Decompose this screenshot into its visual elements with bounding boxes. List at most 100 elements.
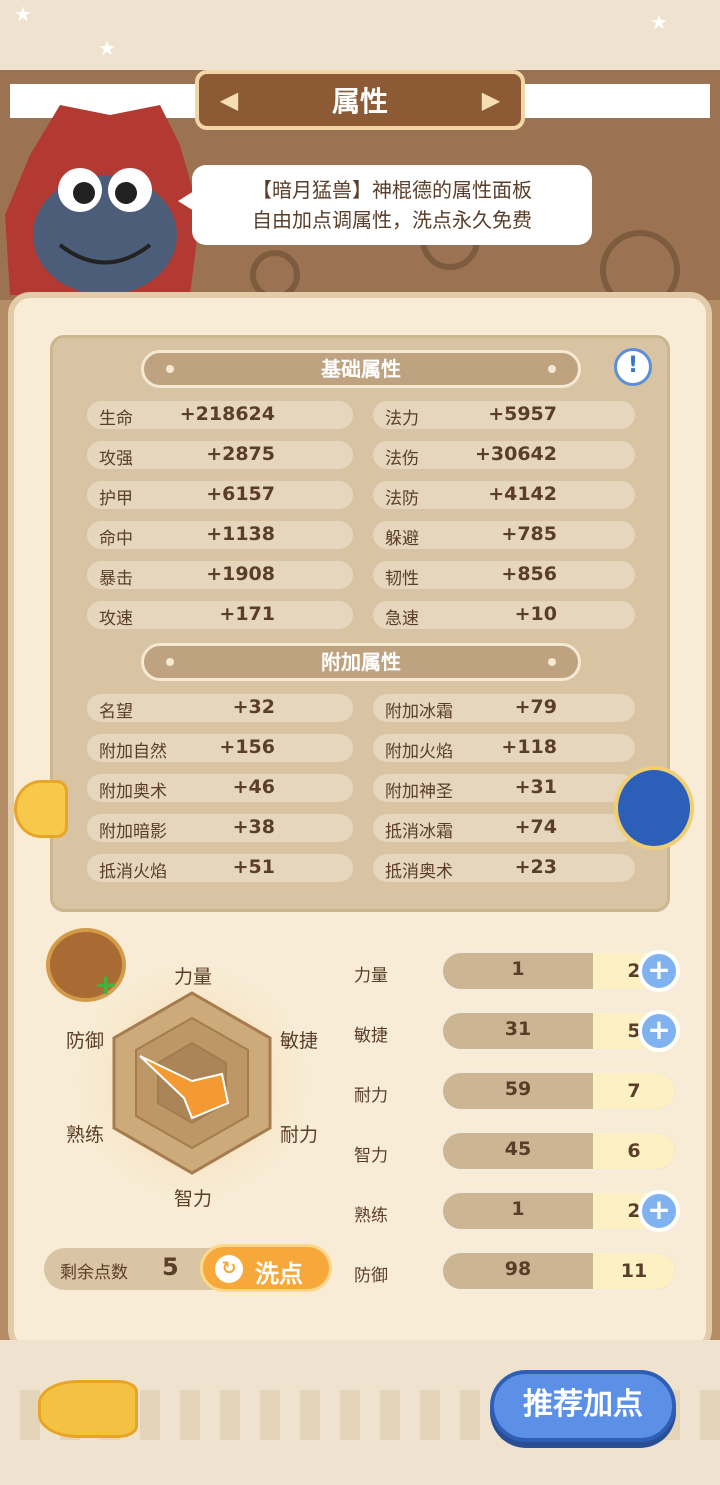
attribute-value: +5957 <box>488 403 557 425</box>
attribute-label: 附加神圣 <box>385 782 453 802</box>
stat-base-value: 1 <box>511 958 525 980</box>
top-decoration: ★ ★ ★ <box>0 0 720 70</box>
attribute-row: 韧性 +856 <box>373 561 635 589</box>
reset-label: 洗点 <box>255 1260 303 1288</box>
attribute-value: +156 <box>219 736 275 758</box>
attribute-row: 急速 +10 <box>373 601 635 629</box>
stat-label: 熟练 <box>354 1206 388 1226</box>
attribute-row: 附加自然 +156 <box>87 734 353 762</box>
stat-add-value: 7 <box>593 1073 675 1109</box>
extra-section-header: 附加属性 <box>141 643 581 681</box>
title-plate: ◀ 属性 ▶ <box>195 70 525 130</box>
stat-bar: 45 6 <box>440 1130 678 1172</box>
stat-base-value: 31 <box>504 1018 532 1040</box>
attribute-row: 法力 +5957 <box>373 401 635 429</box>
remaining-value: 5 <box>162 1253 179 1281</box>
stat-base-value: 1 <box>511 1198 525 1220</box>
attribute-row: 躲避 +785 <box>373 521 635 549</box>
remaining-label: 剩余点数 <box>60 1263 128 1283</box>
attribute-row: 暴击 +1908 <box>87 561 353 589</box>
attribute-value: +6157 <box>206 483 275 505</box>
stat-base-value: 59 <box>504 1078 532 1100</box>
stat-label: 智力 <box>354 1146 388 1166</box>
attribute-row: 抵消火焰 +51 <box>87 854 353 882</box>
attribute-label: 护甲 <box>99 489 133 509</box>
attribute-label: 躲避 <box>385 529 419 549</box>
star-icon: ★ <box>98 36 116 60</box>
attribute-label: 法力 <box>385 409 419 429</box>
attribute-value: +1908 <box>206 563 275 585</box>
attribute-label: 攻强 <box>99 449 133 469</box>
attribute-row: 附加暗影 +38 <box>87 814 353 842</box>
attribute-row: 附加神圣 +31 <box>373 774 635 802</box>
stat-base-value: 98 <box>504 1258 532 1280</box>
attribute-row: 附加冰霜 +79 <box>373 694 635 722</box>
attribute-row: 附加火焰 +118 <box>373 734 635 762</box>
attribute-label: 急速 <box>385 609 419 629</box>
stat-base-value: 45 <box>504 1138 532 1160</box>
attribute-row: 命中 +1138 <box>87 521 353 549</box>
next-character-avatar[interactable] <box>614 766 694 850</box>
fish-bone-icon[interactable] <box>38 1380 138 1438</box>
add-point-plus-icon[interactable]: + <box>638 950 680 992</box>
attribute-value: +218624 <box>179 403 275 425</box>
attribute-label: 附加火焰 <box>385 742 453 762</box>
attribute-row: 法伤 +30642 <box>373 441 635 469</box>
attribute-row: 抵消奥术 +23 <box>373 854 635 882</box>
stat-label: 防御 <box>354 1266 388 1286</box>
attribute-row: 攻速 +171 <box>87 601 353 629</box>
attribute-value: +32 <box>232 696 275 718</box>
attribute-row: 抵消冰霜 +74 <box>373 814 635 842</box>
attribute-value: +1138 <box>206 523 275 545</box>
radar-axis-label: 防御 <box>66 1030 105 1052</box>
attribute-row: 护甲 +6157 <box>87 481 353 509</box>
attribute-value: +856 <box>501 563 557 585</box>
attribute-value: +31 <box>514 776 557 798</box>
bubble-line: 自由加点调属性，洗点永久免费 <box>252 208 532 232</box>
info-icon[interactable]: ! <box>614 348 652 386</box>
star-icon: ★ <box>14 2 32 26</box>
stat-add-value: 6 <box>593 1133 675 1169</box>
attribute-label: 抵消冰霜 <box>385 822 453 842</box>
page-title: 属性 <box>331 85 388 118</box>
attribute-label: 抵消火焰 <box>99 862 167 882</box>
reset-points-button[interactable]: ↻ 洗点 <box>200 1244 332 1292</box>
attribute-label: 附加奥术 <box>99 782 167 802</box>
add-point-plus-icon[interactable]: + <box>638 1190 680 1232</box>
stat-label: 力量 <box>354 966 388 986</box>
section-title: 基础属性 <box>321 357 401 381</box>
radar-axis-label: 熟练 <box>66 1124 105 1146</box>
add-point-plus-icon[interactable]: + <box>638 1010 680 1052</box>
stat-bar: 98 11 <box>440 1250 678 1292</box>
attribute-label: 法伤 <box>385 449 419 469</box>
attribute-label: 命中 <box>99 529 133 549</box>
attribute-value: +30642 <box>474 443 557 465</box>
recommend-points-button[interactable]: 推荐加点 <box>490 1370 676 1442</box>
attribute-label: 攻速 <box>99 609 133 629</box>
attribute-value: +51 <box>232 856 275 878</box>
attribute-value: +4142 <box>488 483 557 505</box>
prev-page-arrow-icon[interactable] <box>14 780 68 838</box>
attribute-label: 法防 <box>385 489 419 509</box>
radar-axis-label: 力量 <box>174 966 213 988</box>
header-ribbon <box>520 84 710 118</box>
attribute-row: 生命 +218624 <box>87 401 353 429</box>
attribute-value: +118 <box>501 736 557 758</box>
refresh-icon: ↻ <box>215 1255 243 1283</box>
attribute-list[interactable]: 基础属性 生命 +218624 法力 +5957 攻强 +2875 法伤 +30642 护甲 +6… <box>50 335 670 912</box>
attribute-value: +74 <box>514 816 557 838</box>
attribute-value: +10 <box>514 603 557 625</box>
attribute-value: +171 <box>219 603 275 625</box>
attribute-label: 附加冰霜 <box>385 702 453 722</box>
attribute-row: 攻强 +2875 <box>87 441 353 469</box>
attribute-label: 韧性 <box>385 569 419 589</box>
attribute-row: 法防 +4142 <box>373 481 635 509</box>
attribute-value: +2875 <box>206 443 275 465</box>
stat-label: 耐力 <box>354 1086 388 1106</box>
attribute-label: 生命 <box>99 409 133 429</box>
radar-chart <box>62 953 322 1210</box>
swirl-right-icon: ▶ <box>481 86 501 114</box>
bubble-line: 【暗月猛兽】神棍德的属性面板 <box>252 178 532 202</box>
attribute-value: +38 <box>232 816 275 838</box>
attribute-value: +23 <box>514 856 557 878</box>
